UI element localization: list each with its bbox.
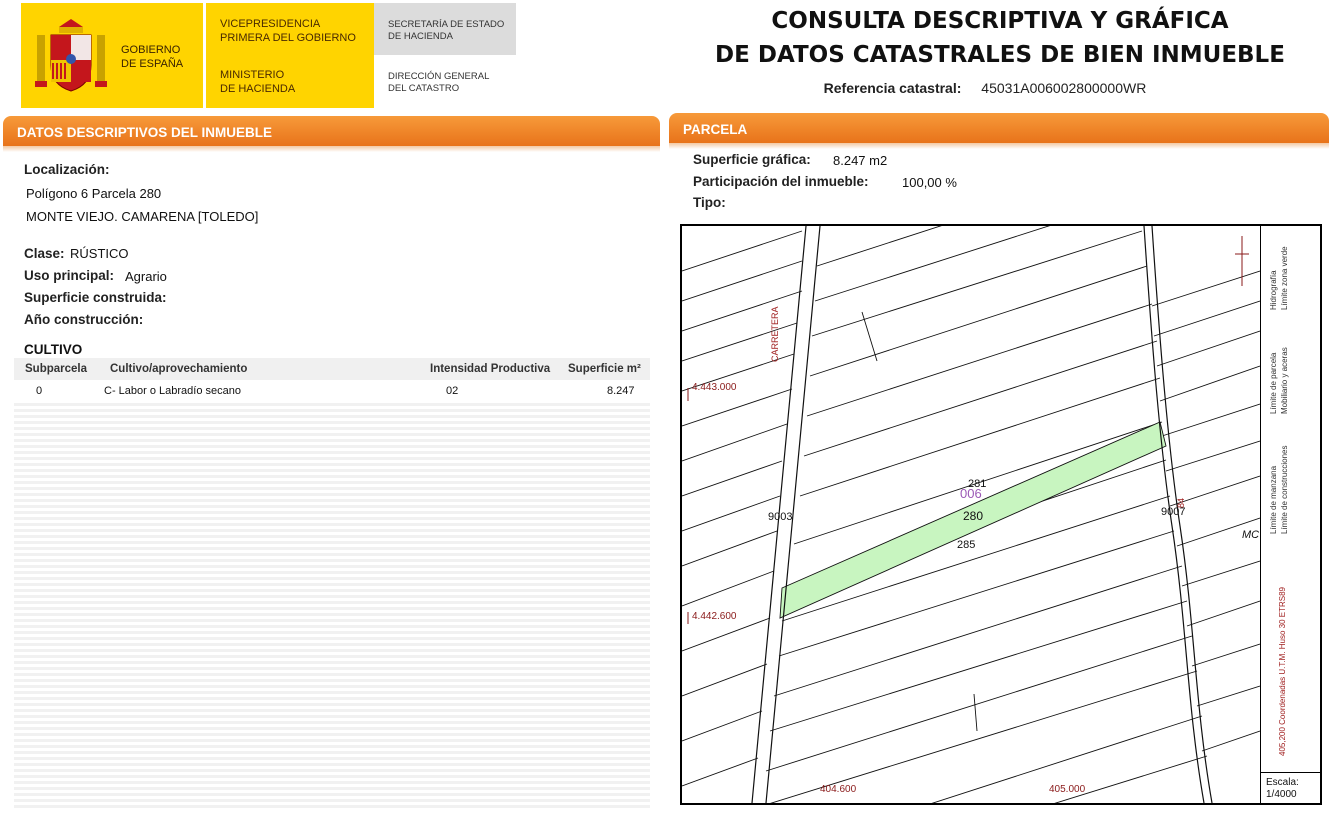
legend-zona-verde: Límite zona verde [1280, 246, 1289, 310]
legend-utm: 405,200 Coordenadas U.T.M. Huso 30 ETRS8… [1278, 587, 1287, 756]
cell-superficie: 8.247 [607, 385, 635, 397]
localizacion-line-2: MONTE VIEJO. CAMARENA [TOLEDO] [26, 209, 259, 224]
cadastral-map: 4.443.000 4.442.600 404.600 405.000 CARR… [680, 224, 1322, 805]
superficie-construida-label: Superficie construida: [24, 290, 167, 305]
participacion-label: Participación del inmueble: [693, 174, 869, 189]
anio-construccion-label: Año construcción: [24, 312, 144, 327]
col-cultivo: Cultivo/aprovechamiento [110, 363, 248, 375]
escala-value: 1/4000 [1266, 789, 1297, 800]
ref-label: Referencia catastral: [823, 80, 962, 96]
col-subparcela: Subparcela [25, 363, 87, 375]
label-poligono: 006 [960, 486, 982, 501]
legend-hidrografia: Hidrografía [1269, 270, 1278, 310]
map-scale: Escala: 1/4000 [1260, 772, 1322, 805]
government-banner: GOBIERNO DE ESPAÑA VICEPRESIDENCIA PRIME… [21, 3, 516, 108]
localizacion-label: Localización: [24, 162, 110, 177]
coat-of-arms-icon [35, 19, 107, 92]
participacion-value: 100,00 % [902, 175, 957, 190]
ref-value: 45031A006002800000WR [981, 80, 1147, 96]
banner-separator [203, 3, 206, 108]
coord-x2: 405.000 [1049, 784, 1086, 795]
label-parcel-280: 280 [963, 509, 984, 523]
tipo-label: Tipo: [693, 195, 726, 210]
clase-value: RÚSTICO [70, 246, 129, 261]
cell-subparcela: 0 [36, 385, 43, 397]
coord-y2: 4.442.600 [692, 611, 737, 622]
localizacion-line-1: Polígono 6 Parcela 280 [26, 186, 162, 201]
clase-label: Clase: [24, 246, 65, 261]
legend-mobiliario: Mobiliario y aceras [1280, 347, 1289, 414]
document-title: CONSULTA DESCRIPTIVA Y GRÁFICA DE DATOS … [700, 4, 1300, 72]
section-header-parcela: PARCELA [669, 113, 1329, 149]
col-superficie: Superficie m² [568, 363, 641, 375]
superficie-grafica-label: Superficie gráfica: [693, 152, 811, 167]
banner-separator-2 [374, 55, 375, 108]
title-line-2: DE DATOS CATASTRALES DE BIEN INMUEBLE [715, 42, 1285, 68]
table-header: Subparcela Cultivo/aprovechamiento Inten… [14, 358, 650, 380]
uso-value: Agrario [125, 269, 167, 284]
coord-x1: 404.600 [820, 784, 857, 795]
cell-intensidad: 02 [446, 385, 459, 397]
referencia-catastral: Referencia catastral: 45031A006002800000… [700, 80, 1270, 96]
col-intensidad: Intensidad Productiva [430, 363, 551, 375]
coord-y1: 4.443.000 [692, 382, 737, 393]
banner-direccion: DIRECCIÓN GENERAL DEL CATASTRO [388, 71, 490, 94]
cultivo-table: Subparcela Cultivo/aprovechamiento Inten… [14, 358, 650, 810]
banner-gobierno: GOBIERNO DE ESPAÑA [121, 44, 184, 70]
banner-vicepresidencia: VICEPRESIDENCIA PRIMERA DEL GOBIERNO [220, 18, 356, 44]
section-header-datos: DATOS DESCRIPTIVOS DEL INMUEBLE [3, 116, 660, 152]
map-legend: Hidrografía Límite zona verde Límite de … [1260, 224, 1322, 774]
cultivo-title: CULTIVO [24, 342, 83, 357]
label-parcel-285: 285 [957, 539, 976, 551]
superficie-grafica-value: 8.247 m2 [833, 153, 888, 168]
legend-limite-manzana: Límite de manzana [1269, 465, 1278, 534]
escala-label: Escala: [1266, 777, 1299, 788]
label-carretera: CARRETERA [770, 306, 780, 362]
uso-label: Uso principal: [24, 268, 115, 283]
title-line-1: CONSULTA DESCRIPTIVA Y GRÁFICA [771, 8, 1229, 34]
cell-cultivo: C- Labor o Labradío secano [104, 385, 241, 397]
banner-ministerio: MINISTERIO DE HACIENDA [220, 69, 296, 95]
label-mc: MC [1242, 529, 1260, 541]
banner-secretaria: SECRETARÍA DE ESTADO DE HACIENDA [388, 19, 505, 42]
legend-construcciones: Límite de construcciones [1280, 445, 1289, 535]
table-row: 0 C- Labor o Labradío secano 02 8.247 [14, 380, 650, 402]
legend-limite-parcela: Límite de parcela [1269, 352, 1278, 414]
label-84: 84 [1176, 497, 1186, 508]
label-road-9003: 9003 [768, 511, 793, 523]
